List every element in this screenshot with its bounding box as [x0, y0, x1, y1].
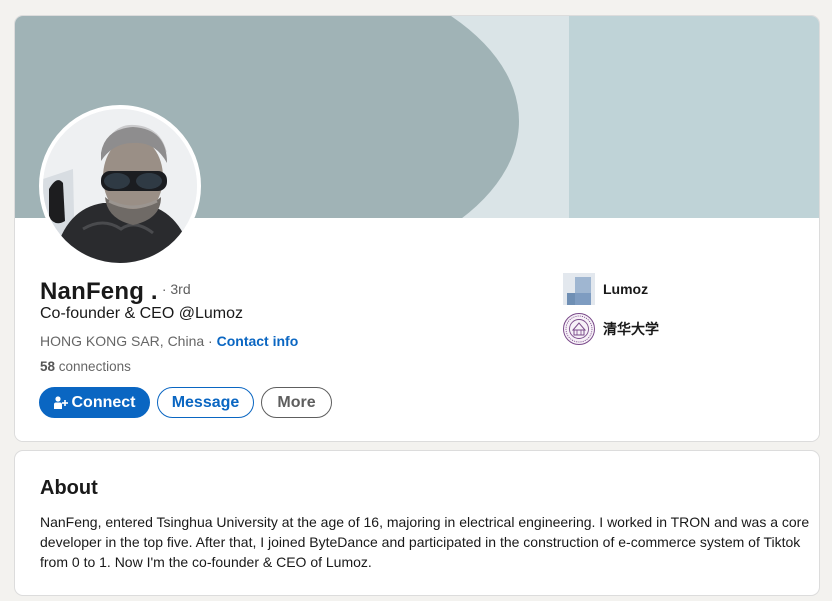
avatar[interactable] [39, 105, 201, 267]
profile-name: NanFeng . [40, 278, 158, 305]
profile-card: NanFeng . · 3rd Co-founder & CEO @Lumoz … [14, 15, 820, 442]
connections-count[interactable]: 58 connections [40, 359, 131, 374]
lumoz-logo-icon [563, 273, 595, 305]
location-row: HONG KONG SAR, China · Contact info [40, 333, 298, 349]
connection-degree: · 3rd [161, 281, 191, 297]
avatar-photo [43, 109, 197, 263]
message-label: Message [171, 393, 240, 411]
name-row: NanFeng . · 3rd [40, 278, 191, 306]
connect-label: Connect [71, 393, 136, 411]
message-button[interactable]: Message [157, 387, 254, 418]
profile-headline: Co-founder & CEO @Lumoz [40, 305, 243, 322]
connect-button[interactable]: Connect [39, 387, 150, 418]
connections-label: connections [55, 359, 131, 374]
about-text: NanFeng, entered Tsinghua University at … [40, 514, 810, 570]
connections-number: 58 [40, 359, 56, 374]
banner-panel [569, 16, 819, 218]
more-button[interactable]: More [261, 387, 332, 418]
org-name-tsinghua: 清华大学 [603, 321, 659, 337]
about-title: About [40, 477, 98, 499]
about-section: About NanFeng, entered Tsinghua Universi… [14, 450, 820, 596]
org-item-lumoz[interactable]: Lumoz [563, 273, 648, 305]
org-item-tsinghua[interactable]: 清华大学 [563, 313, 659, 345]
contact-info-link[interactable]: Contact info [217, 333, 299, 349]
tsinghua-seal-icon [563, 313, 595, 345]
more-label: More [277, 393, 316, 411]
org-name-lumoz: Lumoz [603, 281, 649, 297]
location-separator: · [204, 333, 217, 349]
add-person-icon [53, 395, 68, 409]
profile-location: HONG KONG SAR, China [40, 333, 205, 349]
